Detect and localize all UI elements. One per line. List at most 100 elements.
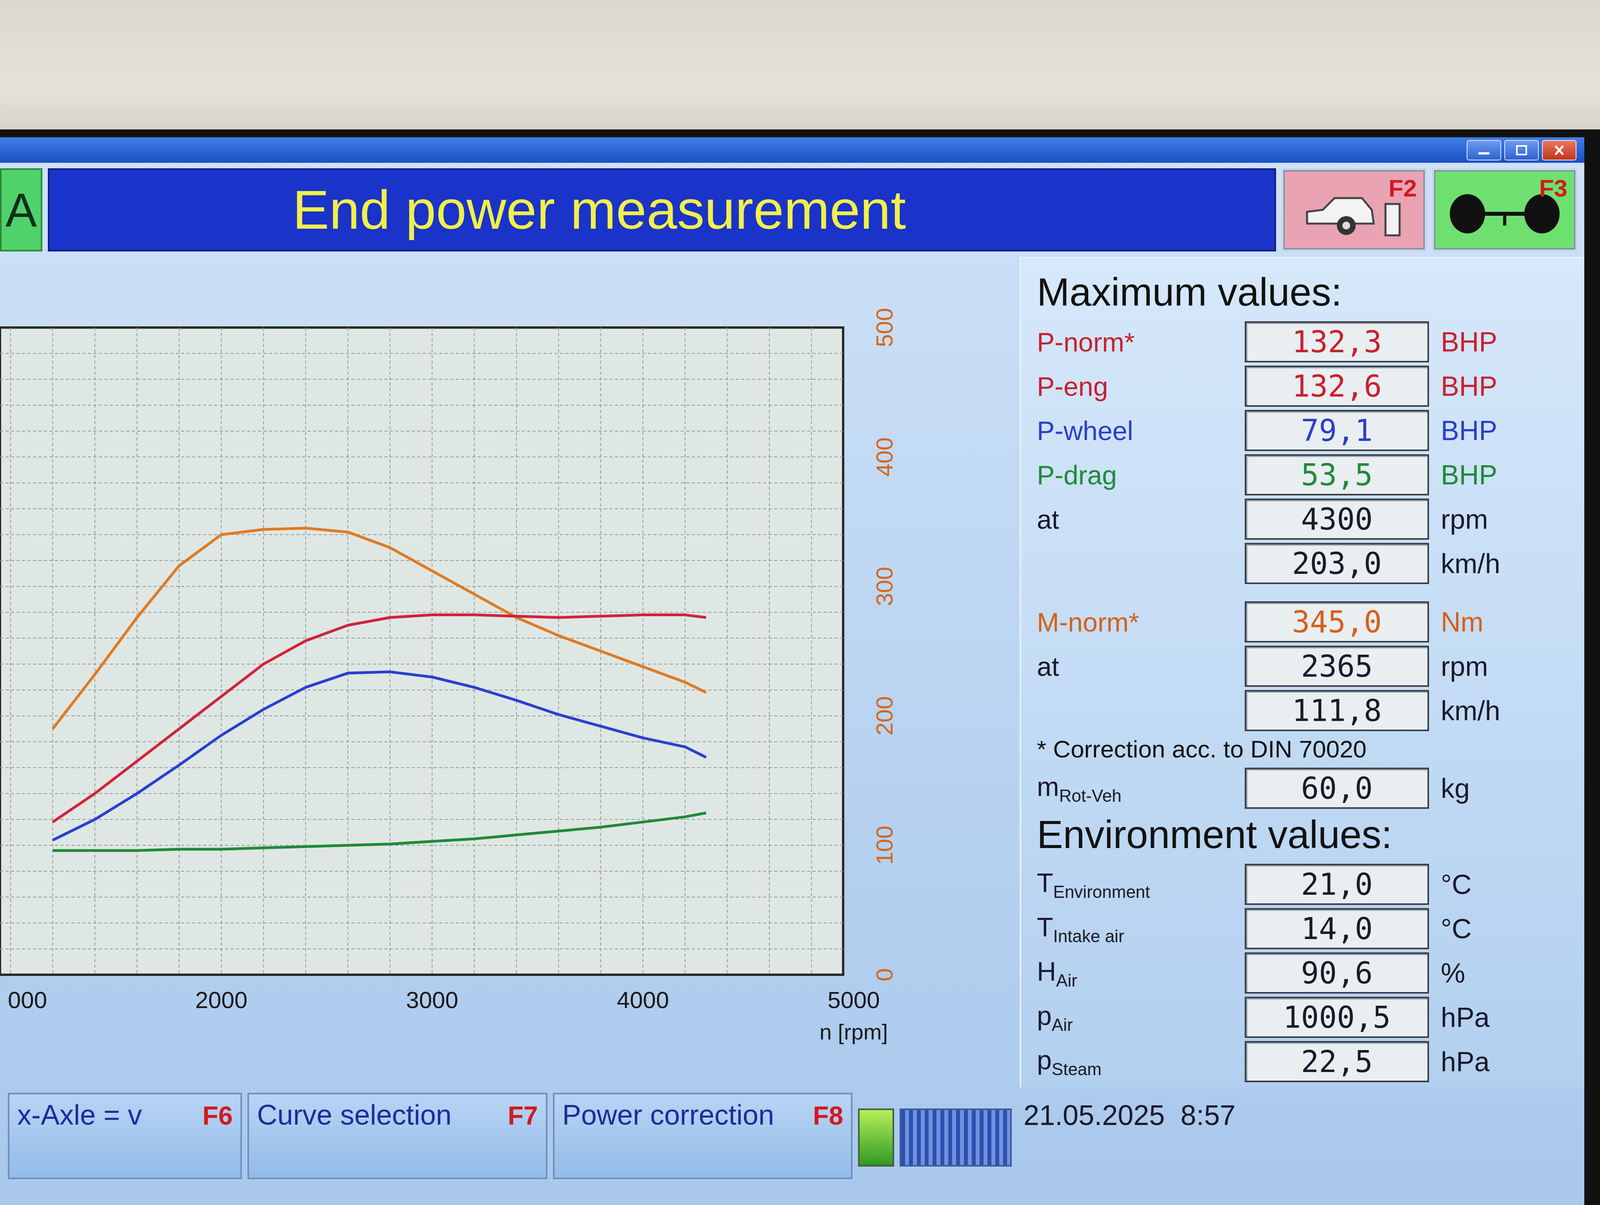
torque-values: M-norm*345,0Nm at 2365 rpm 111,8km/h — [1036, 601, 1577, 731]
environment-row: TIntake air14,0°C — [1036, 907, 1577, 950]
function-label: Power correction — [562, 1100, 775, 1171]
grid-line — [642, 327, 644, 975]
value-row: 111,8km/h — [1036, 689, 1577, 731]
grid-line — [0, 611, 844, 613]
environment-row: pSteam 22,5 hPa — [1036, 1040, 1577, 1082]
grid-line — [0, 896, 844, 898]
x-tick-label: 4000 — [616, 986, 670, 1013]
chart-panel: 0002000300040005000n [rpm]01002003004005… — [0, 256, 1012, 1088]
grid-line — [389, 327, 391, 975]
values-panel: Maximum values:P-norm*132,3BHPP-eng132,6… — [1019, 256, 1585, 1088]
grid-line — [0, 715, 844, 717]
environment-field: 22,5 — [1244, 1040, 1430, 1082]
grid-line — [0, 922, 844, 924]
power-values: P-norm*132,3BHPP-eng132,6BHPP-wheel79,1B… — [1036, 321, 1577, 584]
grid-line — [726, 327, 728, 975]
environment-field: 1000,5 — [1244, 996, 1430, 1038]
grid-line — [516, 327, 517, 975]
value-field: 53,5 — [1244, 454, 1430, 496]
grid-line — [178, 327, 180, 975]
value-field: 132,6 — [1244, 365, 1430, 407]
value-unit: km/h — [1440, 547, 1577, 580]
value-unit: rpm — [1440, 650, 1577, 682]
series-line — [52, 812, 706, 851]
environment-field: 14,0 — [1244, 907, 1430, 950]
x-tick-label: 000 — [7, 986, 48, 1013]
footnote: * Correction acc. to DIN 70020 — [1036, 734, 1577, 763]
grid-line — [0, 456, 844, 458]
environment-unit: hPa — [1440, 1001, 1577, 1033]
value-field: 111,8 — [1244, 689, 1430, 731]
y-tick-label: 400 — [871, 437, 898, 477]
value-row: P-wheel79,1BHP — [1036, 409, 1577, 451]
value-label: P-wheel — [1036, 415, 1233, 446]
environment-unit: °C — [1440, 868, 1577, 900]
value-label: P-drag — [1036, 459, 1233, 491]
wall — [0, 0, 1600, 130]
grid-line — [810, 327, 812, 975]
grid-line — [0, 508, 844, 510]
banner-title: End power measurement — [292, 178, 906, 242]
monitor: AEnd power measurementF2F300020003000400… — [0, 129, 1600, 1205]
value-row: P-drag53,5BHP — [1036, 454, 1577, 496]
grid-line — [0, 818, 844, 820]
grid-line — [0, 689, 844, 691]
environment-row: pAir 1000,5 hPa — [1036, 996, 1577, 1038]
date-time: 21.05.2025 8:57 — [1019, 1087, 1585, 1205]
function-key[interactable]: x-Axle = vF6 — [7, 1092, 242, 1179]
x-tick-label: 5000 — [827, 986, 880, 1013]
environment-label: HAir — [1036, 955, 1233, 991]
environment-label: pSteam — [1036, 1044, 1233, 1079]
grid-line — [0, 430, 844, 432]
grid-line — [263, 327, 264, 975]
grid-line — [0, 844, 844, 846]
environment-field: 21,0 — [1244, 863, 1430, 905]
grid-line — [473, 327, 475, 975]
header-button[interactable]: F3 — [1432, 168, 1578, 252]
value-row: at 2365 rpm — [1036, 645, 1577, 687]
environment-label: TIntake air — [1036, 911, 1233, 946]
x-tick-label: 2000 — [195, 986, 248, 1013]
grid-line — [0, 741, 844, 742]
screen: AEnd power measurementF2F300020003000400… — [0, 137, 1585, 1205]
environment-values: TEnvironment21,0°CTIntake air14,0°CHAir9… — [1036, 863, 1577, 1082]
side-tab[interactable]: A — [0, 168, 43, 252]
title-bar — [0, 137, 1585, 163]
section-title: Environment values: — [1036, 812, 1577, 856]
function-key[interactable]: Power correctionF8 — [552, 1092, 853, 1179]
maximize-button[interactable] — [1504, 140, 1539, 161]
key-label: F3 — [1539, 174, 1568, 202]
x-axis-label: n [rpm] — [819, 1019, 888, 1044]
grid-line — [0, 948, 844, 950]
y-tick-label: 100 — [871, 825, 898, 865]
environment-unit: hPa — [1440, 1045, 1577, 1078]
grid-line — [0, 585, 844, 587]
value-field: 4300 — [1244, 498, 1430, 540]
environment-label: TEnvironment — [1036, 867, 1233, 902]
value-label: at — [1036, 650, 1233, 682]
grid-line — [0, 870, 844, 872]
value-field: 203,0 — [1244, 542, 1430, 584]
environment-label: pAir — [1036, 1000, 1233, 1035]
value-label: P-norm* — [1036, 326, 1233, 358]
grid-line — [0, 637, 844, 639]
environment-unit: kg — [1440, 772, 1577, 804]
grid-line — [558, 327, 559, 975]
close-button[interactable] — [1541, 140, 1577, 161]
minimize-button[interactable] — [1466, 140, 1502, 161]
function-key[interactable]: Curve selectionF7 — [247, 1092, 548, 1179]
grid-line — [0, 663, 844, 665]
value-field: 2365 — [1244, 645, 1430, 687]
value-row: 203,0 km/h — [1036, 542, 1577, 584]
value-row: M-norm*345,0Nm — [1036, 601, 1577, 643]
status-field — [899, 1108, 1012, 1167]
value-label: at — [1036, 503, 1233, 535]
key-label: F2 — [1388, 174, 1417, 202]
value-field: 79,1 — [1244, 409, 1430, 451]
value-label: P-eng — [1036, 370, 1233, 402]
environment-field: 90,6 — [1244, 952, 1430, 994]
grid-line — [52, 327, 53, 975]
close-icon — [1551, 144, 1568, 157]
grid-line — [136, 327, 138, 975]
header-button[interactable]: F2 — [1281, 168, 1427, 252]
